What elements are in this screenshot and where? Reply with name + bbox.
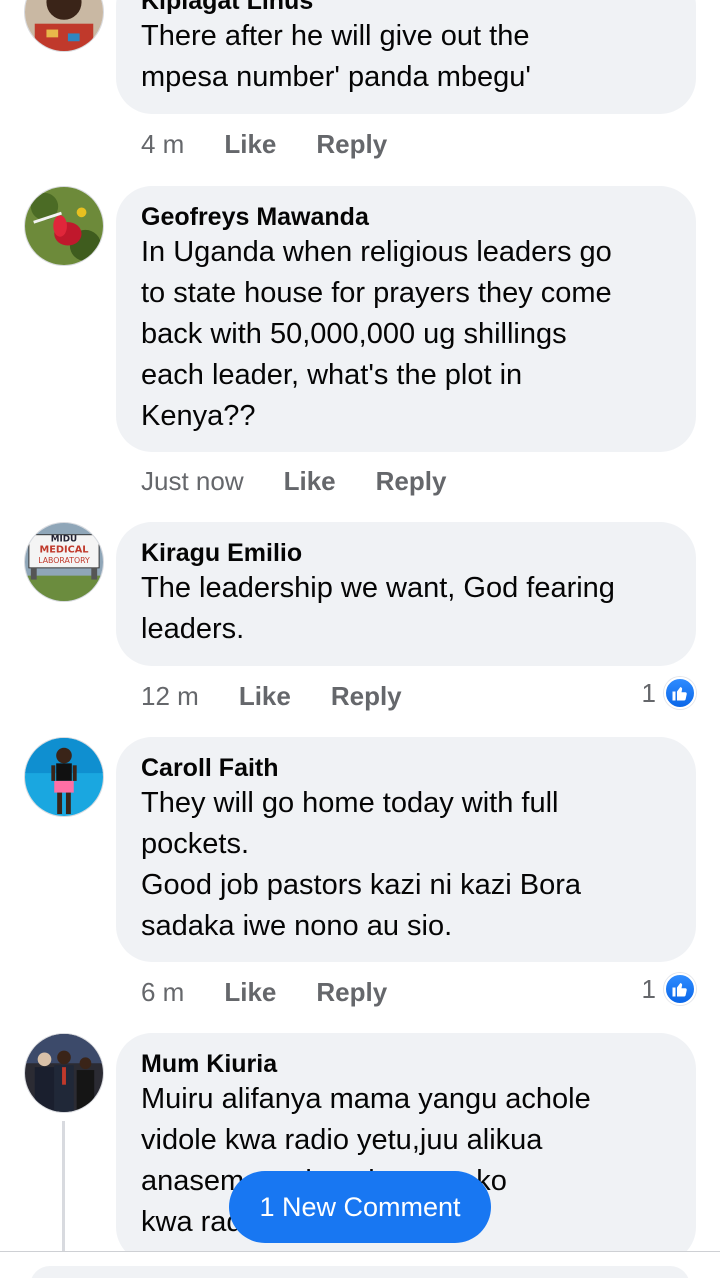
reply-button[interactable]: Reply	[316, 977, 387, 1008]
avatar-image	[25, 187, 103, 265]
comment-author[interactable]: Geofreys Mawanda	[141, 202, 672, 232]
like-button[interactable]: Like	[284, 466, 336, 497]
comment-actions: 12 m Like Reply	[141, 676, 402, 716]
reply-button[interactable]: Reply	[316, 129, 387, 160]
comment-composer-input[interactable]	[30, 1266, 690, 1278]
comment-author[interactable]: Kiplagat Linus	[141, 0, 672, 16]
comment-text: The leadership we want, God fearing lead…	[141, 572, 615, 645]
comment-bubble[interactable]: Kiragu Emilio The leadership we want, Go…	[116, 522, 696, 666]
avatar-image	[25, 0, 103, 51]
avatar-image: MIDU MEDICAL LABORATORY	[25, 523, 103, 601]
comment-time[interactable]: Just now	[141, 466, 244, 497]
comment-author[interactable]: Kiragu Emilio	[141, 538, 672, 568]
avatar[interactable]	[24, 0, 104, 52]
avatar-sign-mid: MEDICAL	[40, 544, 89, 555]
avatar[interactable]	[24, 186, 104, 266]
reaction-summary[interactable]: 1	[642, 969, 696, 1009]
reply-button[interactable]: Reply	[376, 466, 447, 497]
avatar[interactable]	[24, 1033, 104, 1113]
comment-author[interactable]: Mum Kiuria	[141, 1049, 672, 1079]
thread-line	[62, 1121, 65, 1251]
avatar-sign-bot: LABORATORY	[38, 556, 90, 565]
thumbs-up-icon	[664, 973, 696, 1005]
comment-bubble[interactable]: Geofreys Mawanda In Uganda when religiou…	[116, 186, 696, 452]
reaction-count: 1	[641, 677, 656, 708]
avatar[interactable]	[24, 737, 104, 817]
comment-text: There after he will give out the mpesa n…	[141, 20, 531, 93]
avatar[interactable]: MIDU MEDICAL LABORATORY	[24, 522, 104, 602]
comment-bubble[interactable]: Kiplagat Linus There after he will give …	[116, 0, 696, 114]
comment-author[interactable]: Caroll Faith	[141, 753, 672, 783]
comment-time[interactable]: 6 m	[141, 977, 184, 1008]
reaction-count: 1	[641, 973, 656, 1004]
comment-time[interactable]: 4 m	[141, 129, 184, 160]
avatar-image	[25, 1034, 103, 1112]
comment-time[interactable]: 12 m	[141, 681, 199, 712]
comment-actions: Just now Like Reply	[141, 461, 446, 501]
comment-actions: 4 m Like Reply	[141, 124, 387, 164]
avatar-image	[25, 738, 103, 816]
avatar-sign-top: MIDU	[51, 535, 77, 545]
like-button[interactable]: Like	[239, 681, 291, 712]
comment-actions: 6 m Like Reply	[141, 972, 387, 1012]
comment-text: In Uganda when religious leaders go to s…	[141, 236, 612, 432]
thumbs-up-icon	[664, 677, 696, 709]
reply-button[interactable]: Reply	[331, 681, 402, 712]
comment-text: They will go home today with full pocket…	[141, 787, 582, 942]
comment-bubble[interactable]: Caroll Faith They will go home today wit…	[116, 737, 696, 962]
like-button[interactable]: Like	[224, 129, 276, 160]
like-button[interactable]: Like	[224, 977, 276, 1008]
reaction-summary[interactable]: 1	[642, 673, 696, 713]
new-comment-button[interactable]: 1 New Comment	[229, 1171, 491, 1243]
